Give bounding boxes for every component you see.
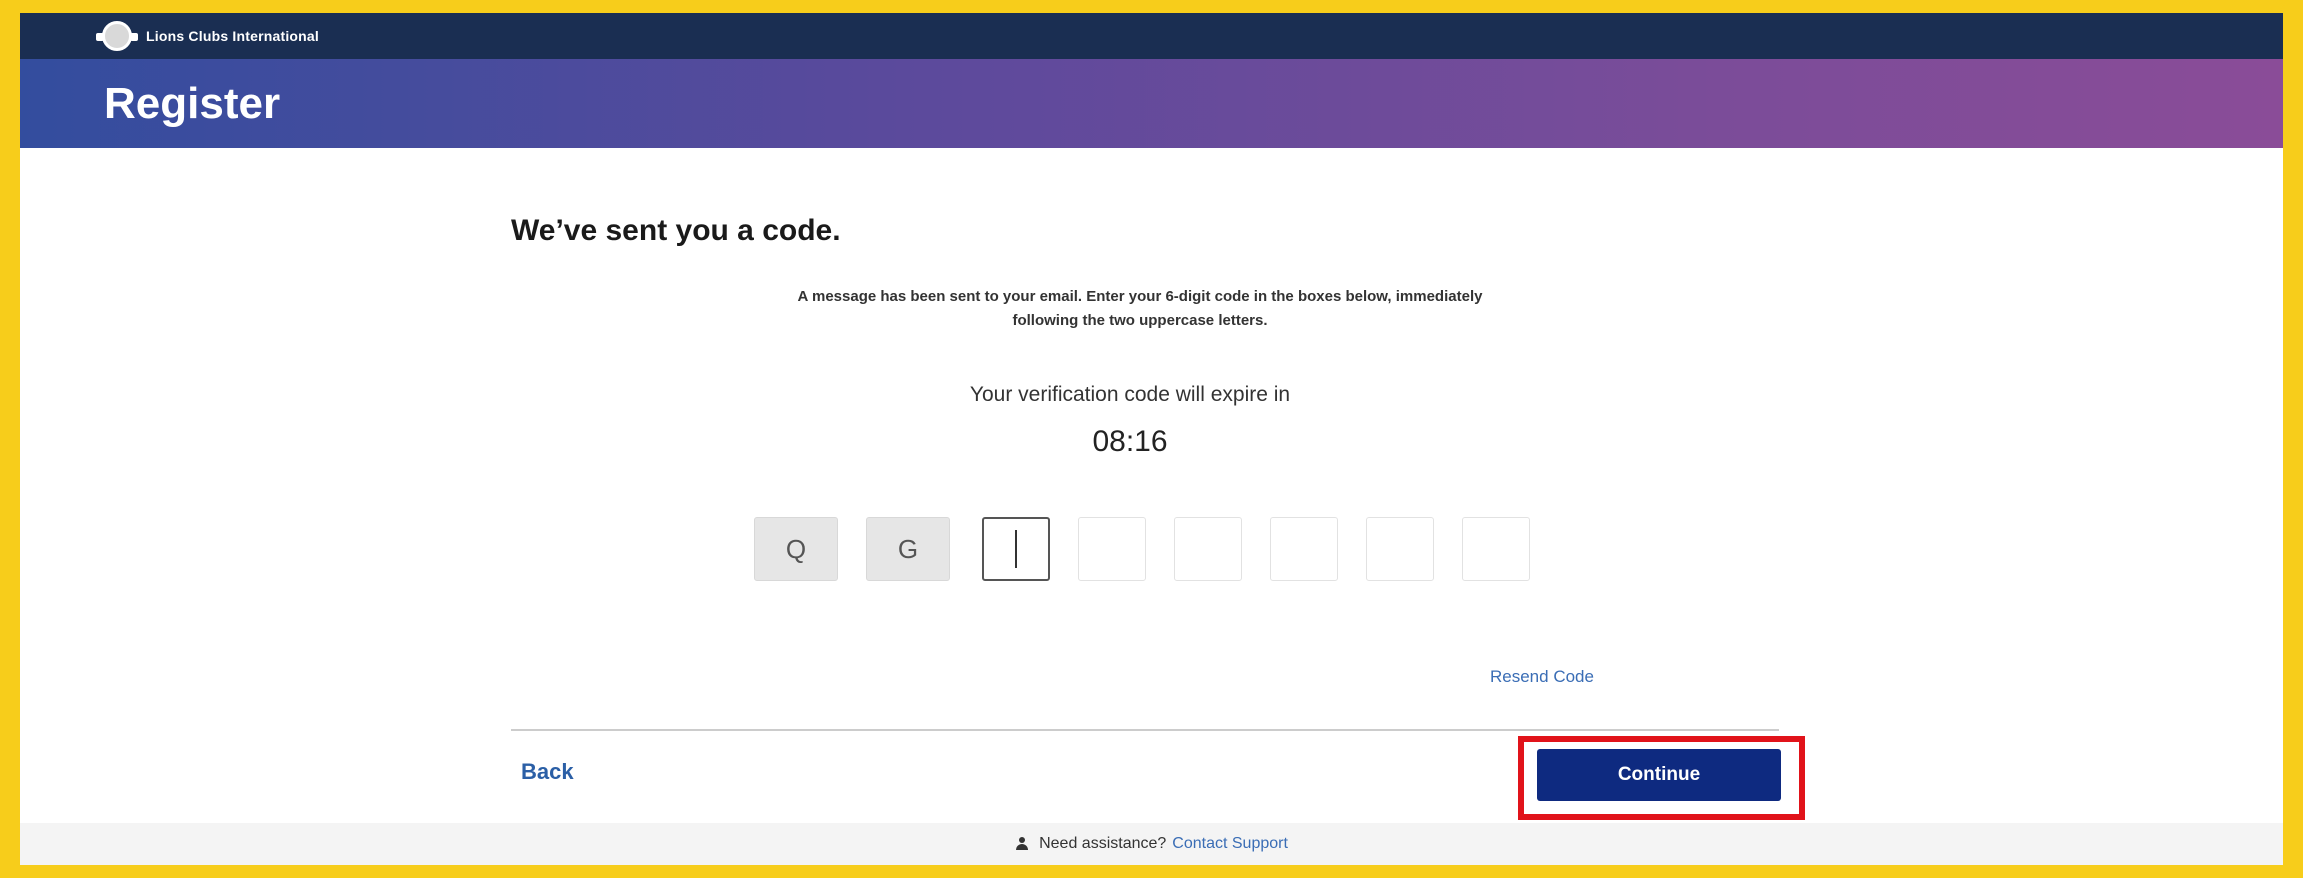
instruction-line-1: A message has been sent to your email. E… <box>797 288 1483 305</box>
code-digit-input-4[interactable] <box>1270 517 1338 581</box>
countdown-timer: 08:16 <box>1092 425 1168 458</box>
back-link[interactable]: Back <box>521 759 574 785</box>
page-banner: Register <box>20 59 2283 148</box>
help-text: Need assistance? <box>1039 835 1167 852</box>
top-bar: Lions Clubs International <box>20 13 2283 59</box>
code-digit-input-2[interactable] <box>1078 517 1146 581</box>
person-icon <box>1015 837 1029 851</box>
code-box-prefix-1: Q <box>754 517 838 581</box>
continue-button[interactable]: Continue <box>1537 749 1781 801</box>
contact-support-link[interactable]: Contact Support <box>1172 835 1288 853</box>
text-caret <box>1015 530 1017 568</box>
divider <box>511 729 1779 731</box>
lions-logo-icon <box>96 21 138 51</box>
code-sent-heading: We’ve sent you a code. <box>511 214 841 247</box>
instruction-line-2: following the two uppercase letters. <box>1012 312 1268 329</box>
code-digit-input-3[interactable] <box>1174 517 1242 581</box>
code-digit-input-5[interactable] <box>1366 517 1434 581</box>
instruction-message: A message has been sent to your email. E… <box>610 285 1670 333</box>
page-frame: Lions Clubs International Register We’ve… <box>20 13 2283 865</box>
code-box-prefix-2: G <box>866 517 950 581</box>
page-title: Register <box>104 78 281 128</box>
code-digit-input-6[interactable] <box>1462 517 1530 581</box>
org-name: Lions Clubs International <box>146 28 320 44</box>
code-digit-input-1[interactable] <box>982 517 1050 581</box>
expire-label: Your verification code will expire in <box>969 383 1291 406</box>
resend-code-link[interactable]: Resend Code <box>1490 667 1594 687</box>
footer: Need assistance? Contact Support <box>20 823 2283 865</box>
